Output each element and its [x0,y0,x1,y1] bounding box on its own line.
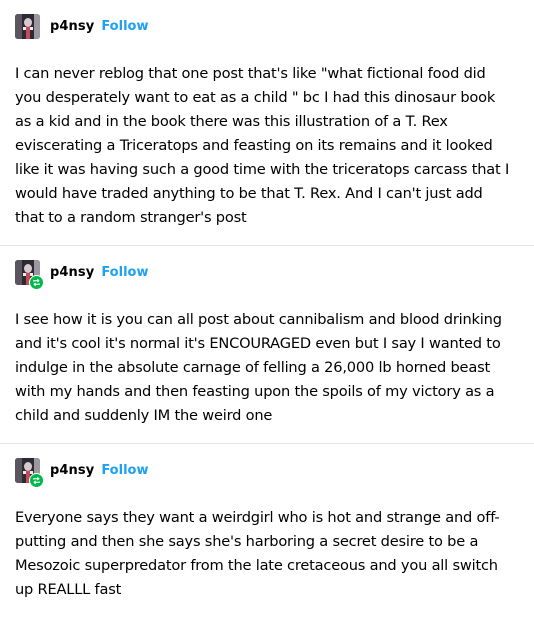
username-link[interactable]: p4nsy [50,265,94,280]
post-text: I see how it is you can all post about c… [15,311,502,424]
username-link[interactable]: p4nsy [50,19,94,34]
avatar[interactable] [15,457,44,488]
post-3: p4nsy Follow Everyone says they want a w… [0,444,534,617]
post-text: Everyone says they want a weirdgirl who … [15,509,500,598]
follow-button[interactable]: Follow [101,265,148,280]
avatar[interactable] [15,259,44,290]
post-text: I can never reblog that one post that's … [15,65,510,226]
user-avatar-icon [15,13,40,39]
post-header: p4nsy Follow [0,0,534,52]
post-2: p4nsy Follow I see how it is you can all… [0,246,534,444]
reblog-icon [29,274,44,290]
post-header: p4nsy Follow [0,246,534,298]
post-body: I see how it is you can all post about c… [0,298,534,443]
follow-button[interactable]: Follow [101,463,148,478]
post-header: p4nsy Follow [0,444,534,496]
reblog-icon [29,472,44,488]
post-body: I can never reblog that one post that's … [0,52,534,245]
post-thread: p4nsy Follow I can never reblog that one… [0,0,534,617]
avatar[interactable] [15,13,40,39]
post-1: p4nsy Follow I can never reblog that one… [0,0,534,246]
username-link[interactable]: p4nsy [50,463,94,478]
post-body: Everyone says they want a weirdgirl who … [0,496,534,617]
follow-button[interactable]: Follow [101,19,148,34]
